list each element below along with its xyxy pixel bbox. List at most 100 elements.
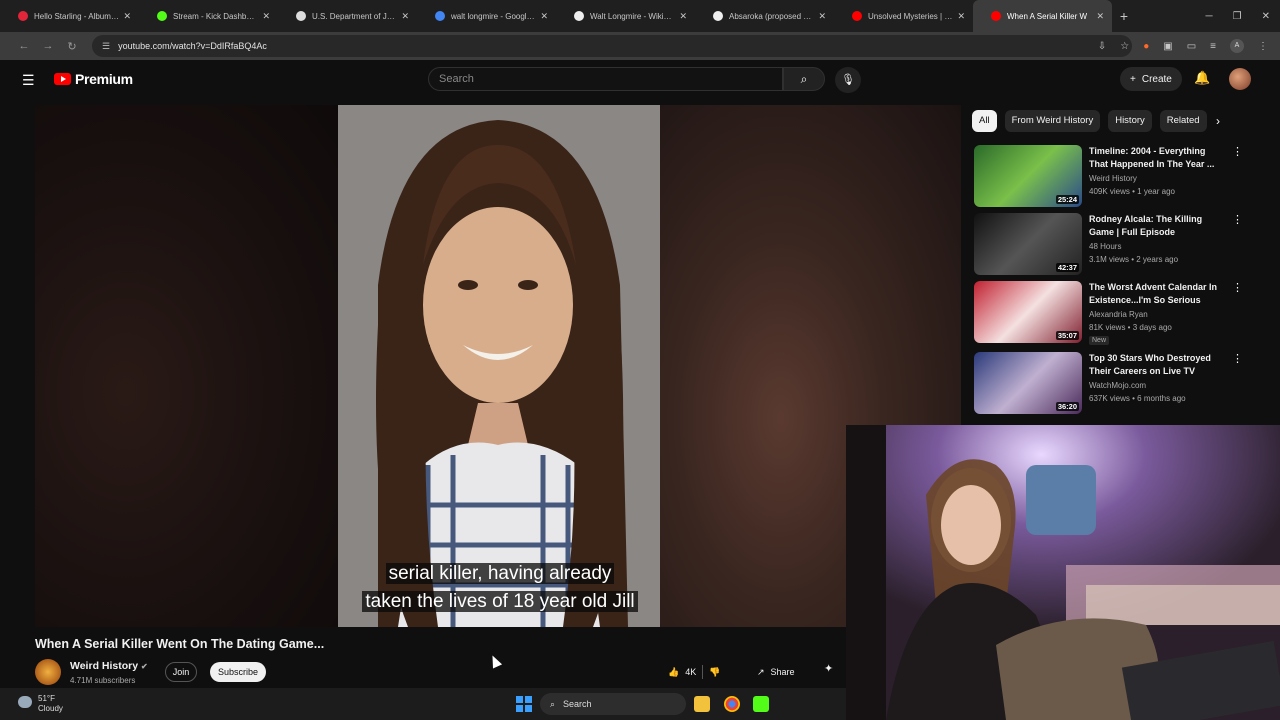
tab-close-icon[interactable]: ✕ [957,11,965,22]
taskbar-search[interactable]: ⌕ Search [540,693,686,715]
recommended-video[interactable]: 25:24 Timeline: 2004 - Everything That Ha… [974,145,1264,209]
recommended-title[interactable]: Top 30 Stars Who Destroyed Their Careers… [1089,352,1219,378]
search-icon: ⌕ [550,698,556,709]
filter-chip[interactable]: From Weird History [1004,110,1101,132]
puzzle-icon[interactable]: ▣ [1163,41,1172,52]
like-dislike-group: 👍 4K 👎 [668,662,720,682]
tab-title: walt longmire - Google Se [451,11,537,21]
subscriber-count: 4.71M subscribers [70,676,136,685]
youtube-play-icon [54,73,71,85]
user-avatar[interactable] [1229,68,1251,90]
more-options-icon[interactable]: ⋮ [1232,213,1243,226]
tab-close-icon[interactable]: ✕ [818,11,826,22]
tab-title: Unsolved Mysteries | Robe [868,11,953,21]
close-window-icon[interactable]: ✕ [1262,11,1270,22]
share-icon: ↗ [757,666,765,677]
browser-tab[interactable]: Walt Longmire - Wikipedia ✕ [556,0,695,32]
browser-tab[interactable]: Hello Starling - Album by ✕ [0,0,139,32]
portrait-illustration [338,105,660,627]
tab-close-icon[interactable]: ✕ [262,11,270,22]
tab-close-icon[interactable]: ✕ [1096,11,1104,22]
browser-tab[interactable]: walt longmire - Google Se ✕ [417,0,556,32]
recommended-title[interactable]: Rodney Alcala: The Killing Game | Full E… [1089,213,1219,239]
weather-temp: 51°F [38,694,55,703]
youtube-logo[interactable]: Premium [54,71,133,87]
recommended-video[interactable]: 42:37 Rodney Alcala: The Killing Game | F… [974,213,1264,277]
like-count[interactable]: 4K [685,667,696,677]
subscribe-button[interactable]: Subscribe [210,662,267,682]
recommended-video[interactable]: 35:07 The Worst Advent Calendar In Existe… [974,281,1264,345]
tab-close-icon[interactable]: ✕ [401,11,409,22]
recommended-channel[interactable]: 48 Hours [1089,242,1121,251]
dislike-icon[interactable]: 👎 [709,667,720,678]
ask-sparkle-icon[interactable]: ✦ [824,662,833,675]
voice-search-button[interactable]: 🎙 [835,67,861,93]
url-field[interactable]: ☰ youtube.com/watch?v=DdIRfaBQ4Ac [92,35,1132,57]
search-button[interactable]: ⌕ [783,67,825,91]
recommended-channel[interactable]: WatchMojo.com [1089,381,1146,390]
media-icon[interactable]: ≡ [1210,41,1216,52]
share-label: Share [770,667,795,677]
browser-tab[interactable]: When A Serial Killer W ✕ [973,0,1112,32]
recommended-title[interactable]: The Worst Advent Calendar In Existence..… [1089,281,1219,307]
video-title: When A Serial Killer Went On The Dating … [35,637,325,651]
more-menu-icon[interactable]: ⋮ [1258,41,1268,52]
more-options-icon[interactable]: ⋮ [1232,145,1243,158]
chrome-icon[interactable] [724,696,740,712]
windows-start-icon[interactable] [516,696,532,712]
video-player[interactable]: serial killer, having already taken the … [35,105,961,627]
create-button[interactable]: + Create [1120,67,1182,91]
browser-tab[interactable]: Absaroka (proposed state ✕ [695,0,834,32]
tab-close-icon[interactable]: ✕ [679,11,687,22]
install-icon[interactable]: ⇩ [1098,41,1106,52]
video-thumbnail[interactable]: 36:20 [974,352,1082,414]
weather-condition: Cloudy [38,704,63,713]
join-button[interactable]: Join [165,662,197,682]
search-input[interactable]: Search [428,67,783,91]
notifications-bell-icon[interactable]: 🔔 [1194,70,1210,86]
recommended-video[interactable]: 36:20 Top 30 Stars Who Destroyed Their Ca… [974,352,1264,416]
restore-icon[interactable]: ❐ [1233,11,1242,22]
extension-icon[interactable]: ● [1143,41,1149,52]
bookmark-star-icon[interactable]: ☆ [1120,41,1129,52]
recommended-title[interactable]: Timeline: 2004 - Everything That Happene… [1089,145,1219,171]
tab-title: Walt Longmire - Wikipedia [590,11,676,21]
tab-close-icon[interactable]: ✕ [123,11,131,22]
filter-chip[interactable]: Related [1159,110,1207,132]
more-options-icon[interactable]: ⋮ [1232,352,1243,365]
share-button[interactable]: ↗ Share [757,662,795,682]
hamburger-menu-icon[interactable]: ☰ [22,72,35,89]
tab-favicon-icon [296,11,306,21]
weather-widget[interactable]: 51°F Cloudy [18,694,63,714]
like-icon[interactable]: 👍 [668,667,679,678]
recommended-channel[interactable]: Alexandria Ryan [1089,310,1148,319]
tab-close-icon[interactable]: ✕ [540,11,548,22]
filter-chip[interactable]: History [1108,110,1152,132]
video-thumbnail[interactable]: 42:37 [974,213,1082,275]
cast-icon[interactable]: ▭ [1187,41,1196,52]
microphone-icon: 🎙 [841,74,855,86]
back-icon[interactable]: ← [12,40,36,52]
channel-avatar[interactable] [35,659,61,685]
browser-tab[interactable]: Stream - Kick Dashboard ✕ [139,0,278,32]
browser-tab[interactable]: U.S. Department of Justice✕ [278,0,417,32]
forward-icon[interactable]: → [36,40,60,52]
chevron-right-icon[interactable]: › [1216,114,1220,128]
mouse-cursor [487,653,503,669]
filter-chip[interactable]: All [972,110,997,132]
kick-app-icon[interactable] [753,696,769,712]
more-options-icon[interactable]: ⋮ [1232,281,1243,294]
new-tab-button[interactable]: + [1112,8,1136,24]
video-thumbnail[interactable]: 35:07 [974,281,1082,343]
minimize-icon[interactable]: ─ [1206,11,1213,22]
channel-name-text: Weird History [70,660,139,672]
browser-tab-strip: Hello Starling - Album by ✕ Stream - Kick … [0,0,1280,32]
recommended-channel[interactable]: Weird History [1089,174,1137,183]
browser-tab[interactable]: Unsolved Mysteries | Robe ✕ [834,0,973,32]
channel-name[interactable]: Weird History ✔ [70,660,148,672]
site-settings-icon[interactable]: ☰ [102,41,110,52]
profile-avatar[interactable]: A [1230,39,1244,53]
video-thumbnail[interactable]: 25:24 [974,145,1082,207]
reload-icon[interactable]: ↻ [60,40,84,53]
file-explorer-icon[interactable] [694,696,710,712]
